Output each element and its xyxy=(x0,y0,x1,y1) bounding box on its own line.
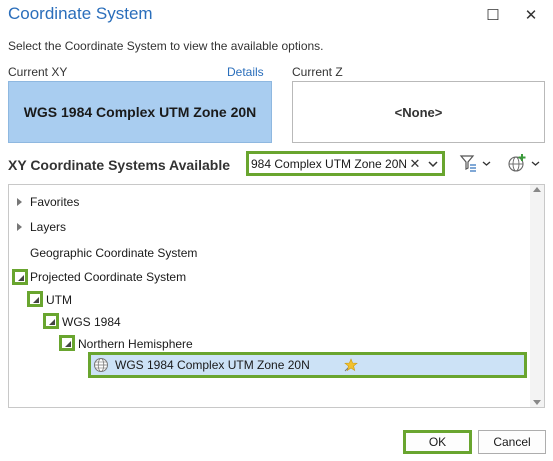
tree-node-projected[interactable]: Projected Coordinate System xyxy=(30,268,186,286)
add-globe-icon xyxy=(508,154,526,172)
chevron-down-icon xyxy=(531,161,540,166)
current-xy-label: Current XY xyxy=(8,65,68,79)
tree-node-selected-system[interactable]: WGS 1984 Complex UTM Zone 20N xyxy=(88,352,527,378)
chevron-down-icon xyxy=(482,161,491,166)
current-z-value: <None> xyxy=(394,104,443,120)
tree-node-northern-hemisphere[interactable]: Northern Hemisphere xyxy=(78,335,193,353)
collapse-utm-icon[interactable] xyxy=(27,291,43,307)
details-link[interactable]: Details xyxy=(227,65,264,79)
tree-node-label: Projected Coordinate System xyxy=(30,270,187,284)
current-xy-value: WGS 1984 Complex UTM Zone 20N xyxy=(23,104,257,120)
current-xy-box[interactable]: WGS 1984 Complex UTM Zone 20N xyxy=(8,81,272,143)
tree-node-utm[interactable]: UTM xyxy=(46,291,72,309)
tree-node-label: Northern Hemisphere xyxy=(78,337,193,351)
maximize-icon: ☐ xyxy=(486,7,500,24)
current-z-label: Current Z xyxy=(292,65,343,79)
close-button[interactable]: ✕ xyxy=(516,2,546,26)
current-z-box[interactable]: <None> xyxy=(292,81,545,143)
tree-node-wgs1984[interactable]: WGS 1984 xyxy=(62,313,121,331)
search-input[interactable]: 984 Complex UTM Zone 20N ✕ xyxy=(246,151,445,176)
clear-search-icon[interactable]: ✕ xyxy=(406,156,424,172)
dialog-title: Coordinate System xyxy=(8,4,153,23)
globe-icon xyxy=(94,358,108,372)
tree-scrollbar[interactable] xyxy=(530,185,544,407)
expand-arrow-icon[interactable] xyxy=(17,223,22,231)
tree-node-label: WGS 1984 xyxy=(62,315,121,329)
tree-node-favorites[interactable]: Favorites xyxy=(17,193,79,211)
tree-node-label: UTM xyxy=(46,293,72,307)
collapse-projected-icon[interactable] xyxy=(12,269,28,285)
tree-node-label: Layers xyxy=(30,220,67,234)
selected-system-label: WGS 1984 Complex UTM Zone 20N xyxy=(115,358,310,372)
tree-node-label: Geographic Coordinate System xyxy=(30,246,198,260)
cancel-button-label: Cancel xyxy=(493,435,531,449)
search-dropdown-icon[interactable] xyxy=(424,157,442,171)
ok-button[interactable]: OK xyxy=(403,430,472,454)
tree-node-label: Favorites xyxy=(30,195,80,209)
tree-node-geographic[interactable]: Geographic Coordinate System xyxy=(30,244,197,262)
instructions-text: Select the Coordinate System to view the… xyxy=(8,39,324,53)
favorite-star-icon[interactable] xyxy=(343,358,358,372)
ok-button-label: OK xyxy=(428,435,447,449)
tree-node-layers[interactable]: Layers xyxy=(17,218,66,236)
search-input-value: 984 Complex UTM Zone 20N xyxy=(251,156,406,171)
scroll-down-icon[interactable] xyxy=(533,400,541,405)
add-coordinate-system-button[interactable] xyxy=(507,152,540,174)
filter-button[interactable] xyxy=(458,152,491,174)
collapse-wgs1984-icon[interactable] xyxy=(43,313,59,329)
filter-icon xyxy=(459,155,476,172)
cancel-button[interactable]: Cancel xyxy=(478,430,546,454)
available-heading: XY Coordinate Systems Available xyxy=(8,157,231,173)
expand-arrow-icon[interactable] xyxy=(17,198,22,206)
collapse-northern-hemisphere-icon[interactable] xyxy=(59,335,75,351)
maximize-button[interactable]: ☐ xyxy=(478,2,508,26)
scroll-up-icon[interactable] xyxy=(533,187,541,192)
close-icon: ✕ xyxy=(524,7,538,24)
